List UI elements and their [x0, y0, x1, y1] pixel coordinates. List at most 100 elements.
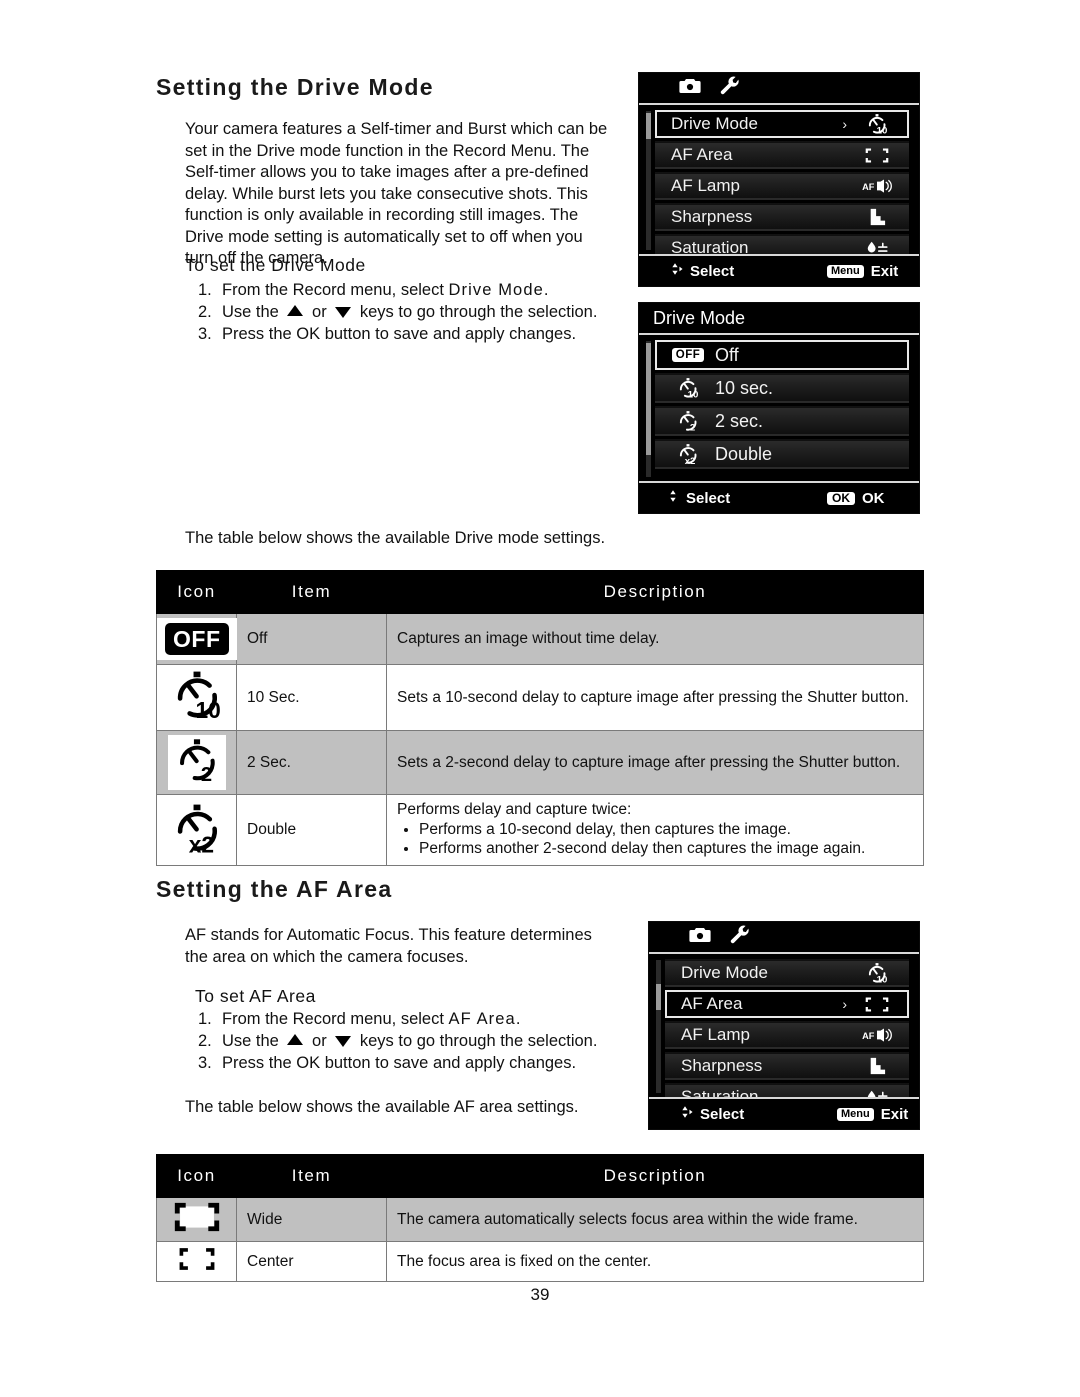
step-item: 1. From the Record menu, select AF Area. — [198, 1008, 638, 1030]
option-label: Off — [715, 344, 739, 365]
option-row-10sec[interactable]: 10 10 sec. — [655, 373, 909, 403]
wrench-icon[interactable] — [729, 925, 750, 949]
chevron-right-icon: › — [842, 996, 847, 1012]
select-label: Select — [700, 1105, 745, 1123]
af-wide-icon — [156, 1197, 237, 1242]
description-bullets: Performs a 10-second delay, then capture… — [397, 821, 913, 858]
lcd-footer-3: Select Menu Exit — [649, 1097, 919, 1129]
option-row-double[interactable]: x2 Double — [655, 439, 909, 469]
drive-mode-option-list: OFF Off 10 10 sec. 2 2 sec. x2 Double — [639, 335, 919, 483]
drive-table-note: The table below shows the available Driv… — [185, 529, 606, 547]
step-item: 2. Use the or keys to go through the sel… — [198, 1030, 638, 1052]
menu-row-af-lamp[interactable]: AF Lamp AF — [655, 172, 909, 200]
af-area-steps: 1. From the Record menu, select AF Area.… — [198, 1008, 638, 1074]
scrollbar-track[interactable] — [656, 960, 661, 1093]
step-number: 2. — [198, 303, 212, 321]
table-row: x2 Double Performs delay and capture twi… — [156, 794, 924, 866]
af-center-icon — [156, 1241, 237, 1282]
af-center-icon — [857, 996, 897, 1013]
scrollbar-thumb[interactable] — [646, 343, 651, 455]
menu-row-drive-mode[interactable]: Drive Mode 10 — [665, 959, 909, 987]
af-lamp-icon: AF — [857, 1028, 897, 1042]
self-timer-10-icon: 10 — [857, 962, 897, 984]
option-row-off[interactable]: OFF Off — [655, 340, 909, 370]
af-area-intro: AF stands for Automatic Focus. This feat… — [185, 926, 592, 966]
self-timer-x2-icon: x2 — [156, 794, 237, 866]
description-lead: Performs delay and capture twice: — [397, 801, 632, 818]
arrow-up-icon — [287, 305, 304, 316]
arrow-down-icon — [335, 307, 352, 318]
row-item-label: Off — [236, 613, 387, 665]
menu-row-af-area[interactable]: AF Area › — [665, 990, 909, 1018]
menu-row-af-lamp[interactable]: AF Lamp AF — [665, 1021, 909, 1049]
row-item-label: Wide — [236, 1197, 387, 1242]
lcd-menu-list-1: Drive Mode › 10 AF Area AF Lamp AF Sharp… — [639, 105, 919, 262]
scrollbar-thumb[interactable] — [646, 113, 651, 139]
af-table-note: The table below shows the available AF a… — [185, 1098, 579, 1116]
select-label: Select — [690, 262, 735, 280]
step-number: 2. — [198, 1032, 212, 1050]
drive-mode-intro: Your camera features a Self-timer and Bu… — [185, 120, 608, 267]
step-text: Press the OK button to save and apply ch… — [222, 325, 577, 343]
option-row-2sec[interactable]: 2 2 sec. — [655, 406, 909, 436]
select-hint: Select — [639, 488, 827, 508]
record-menu-screen-1: Drive Mode › 10 AF Area AF Lamp AF Sharp… — [638, 72, 920, 287]
table-row: Wide The camera automatically selects fo… — [156, 1197, 924, 1242]
updown-arrows-icon — [677, 1104, 693, 1124]
self-timer-x2-icon: x2 — [665, 443, 711, 465]
menu-button-badge[interactable]: Menu — [837, 1107, 874, 1121]
svg-text:x2: x2 — [188, 831, 213, 854]
menu-row-label: Drive Mode — [681, 963, 768, 982]
row-description: The camera automatically selects focus a… — [386, 1197, 924, 1242]
menu-row-af-area[interactable]: AF Area — [655, 141, 909, 169]
option-label: 10 sec. — [715, 377, 774, 398]
arrow-up-icon — [287, 1034, 304, 1045]
ok-label: OK — [862, 489, 885, 507]
step-item: 1. From the Record menu, select Drive Mo… — [198, 279, 638, 301]
menu-row-label: AF Lamp — [681, 1025, 750, 1044]
menu-ref: Drive Mode — [448, 281, 544, 299]
menu-row-label: Drive Mode — [671, 114, 758, 133]
step-number: 1. — [198, 1010, 212, 1028]
drive-mode-table: Icon Item Description OFF Off Captures a… — [156, 570, 924, 866]
svg-text:2: 2 — [690, 423, 695, 432]
page-number: 39 — [530, 1285, 550, 1304]
camera-icon[interactable] — [689, 926, 711, 948]
row-item-label: Double — [236, 794, 387, 866]
ok-button-badge[interactable]: OK — [827, 491, 855, 505]
menu-row-label: AF Area — [671, 145, 733, 164]
column-header-description: Description — [386, 570, 924, 614]
scrollbar-thumb[interactable] — [656, 984, 661, 1010]
svg-text:10: 10 — [688, 389, 699, 399]
menu-row-sharpness[interactable]: Sharpness — [665, 1052, 909, 1080]
svg-text:AF: AF — [862, 182, 875, 192]
updown-arrows-icon — [667, 488, 679, 508]
lcd-footer-2: Select OK OK — [639, 481, 919, 513]
row-item-label: 2 Sec. — [236, 730, 387, 795]
menu-button-badge[interactable]: Menu — [827, 264, 864, 278]
bullet-item: Performs a 10-second delay, then capture… — [419, 821, 913, 839]
lcd-menu-list-2: Drive Mode 10 AF Area › AF Lamp AF Sharp… — [649, 954, 919, 1111]
off-badge-icon: OFF — [156, 613, 237, 665]
wrench-icon[interactable] — [719, 76, 740, 100]
camera-icon[interactable] — [679, 77, 701, 99]
svg-text:10: 10 — [195, 697, 220, 721]
af-lamp-icon: AF — [857, 179, 897, 193]
row-description: The focus area is fixed on the center. — [386, 1241, 924, 1282]
step-item: 3. Press the OK button to save and apply… — [198, 323, 638, 345]
table-row: Center The focus area is fixed on the ce… — [156, 1241, 924, 1282]
step-number: 3. — [198, 1054, 212, 1072]
table-row: 10 10 Sec. Sets a 10-second delay to cap… — [156, 664, 924, 731]
menu-row-label: AF Area — [681, 994, 743, 1013]
option-label: 2 sec. — [715, 410, 764, 431]
menu-row-label: AF Lamp — [671, 176, 740, 195]
row-item-label: 10 Sec. — [236, 664, 387, 731]
row-description: Sets a 10-second delay to capture image … — [386, 664, 924, 731]
row-description: Captures an image without time delay. — [386, 613, 924, 665]
manual-page: Setting the Drive Mode Your camera featu… — [0, 0, 1080, 1397]
af-area-subheading: To set AF Area — [195, 986, 316, 1006]
menu-row-drive-mode[interactable]: Drive Mode › 10 — [655, 110, 909, 138]
menu-row-sharpness[interactable]: Sharpness — [655, 203, 909, 231]
lcd-tab-bar — [649, 922, 919, 954]
table-row: 2 2 Sec. Sets a 2-second delay to captur… — [156, 730, 924, 795]
